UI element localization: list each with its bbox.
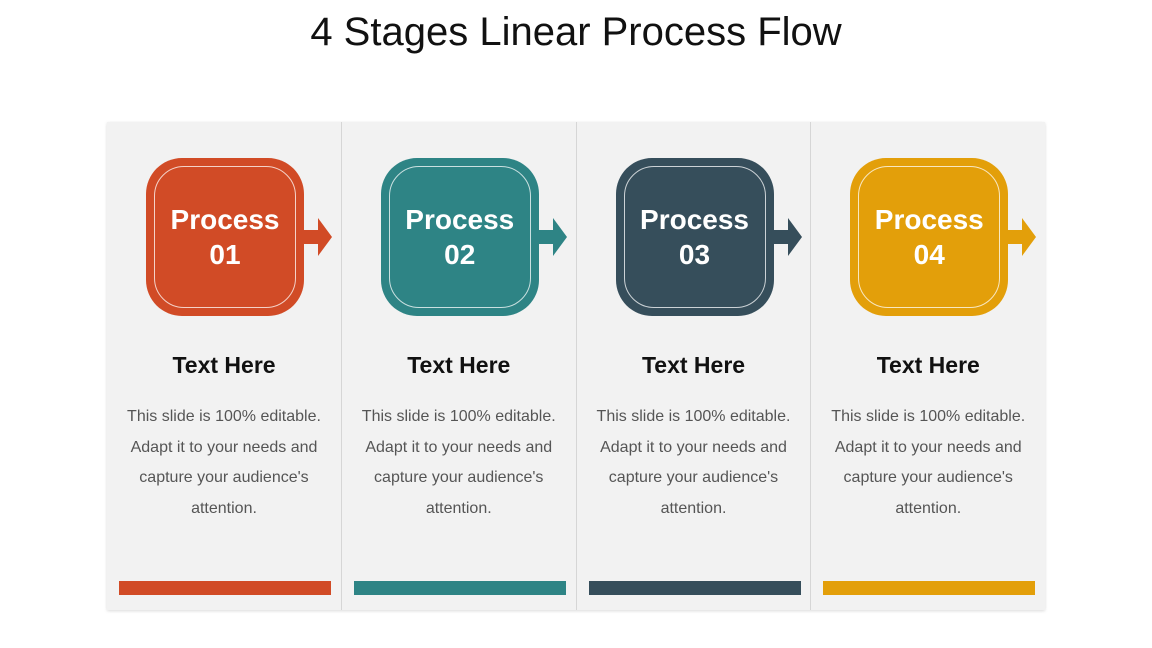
stage-color-bar — [823, 581, 1036, 595]
process-box: Process 03 — [615, 158, 774, 316]
stage-column-2: Process 02 Text Here This slide is 100% … — [340, 122, 576, 610]
process-box: Process 02 — [380, 158, 539, 316]
stage-heading: Text Here — [641, 352, 746, 378]
stage-color-bar — [588, 581, 801, 595]
stage-column-1: Process 01 Text Here This slide is 100% … — [107, 122, 341, 610]
stage-heading: Text Here — [407, 352, 511, 378]
stage-description: This slide is 100% editable. Adapt it to… — [831, 408, 1026, 517]
process-label: Process — [170, 204, 280, 235]
process-number: 02 — [444, 239, 476, 270]
stage-color-bar — [119, 581, 331, 595]
process-box: Process 04 — [850, 158, 1009, 316]
stage-description: This slide is 100% editable. Adapt it to… — [361, 408, 556, 517]
arrow-right-icon — [773, 218, 802, 256]
stage-heading: Text Here — [172, 352, 276, 378]
stage-heading: Text Here — [876, 352, 980, 378]
stage-color-bar — [353, 581, 566, 595]
process-number: 04 — [913, 239, 945, 270]
process-label: Process — [640, 204, 749, 235]
stage-column-3: Process 03 Text Here This slide is 100% … — [575, 122, 811, 610]
process-box-inner: Process 01 — [154, 166, 296, 308]
arrow-right-icon — [538, 218, 567, 256]
stage-column-4: Process 04 Text Here This slide is 100% … — [810, 122, 1045, 610]
process-label: Process — [405, 204, 515, 235]
process-number: 01 — [209, 239, 241, 270]
process-panels: Process 01 Text Here This slide is 100% … — [107, 122, 1045, 610]
arrow-right-icon — [1008, 218, 1037, 256]
process-number: 03 — [678, 239, 711, 270]
process-label: Process — [874, 204, 984, 235]
process-box-inner: Process 03 — [623, 166, 766, 308]
stage-description: This slide is 100% editable. Adapt it to… — [127, 408, 321, 517]
process-box-inner: Process 04 — [858, 166, 1001, 308]
process-box: Process 01 — [146, 158, 304, 316]
stage-description: This slide is 100% editable. Adapt it to… — [596, 408, 791, 517]
process-box-inner: Process 02 — [388, 166, 531, 308]
arrow-right-icon — [304, 218, 332, 256]
slide-title: 4 Stages Linear Process Flow — [310, 10, 842, 54]
